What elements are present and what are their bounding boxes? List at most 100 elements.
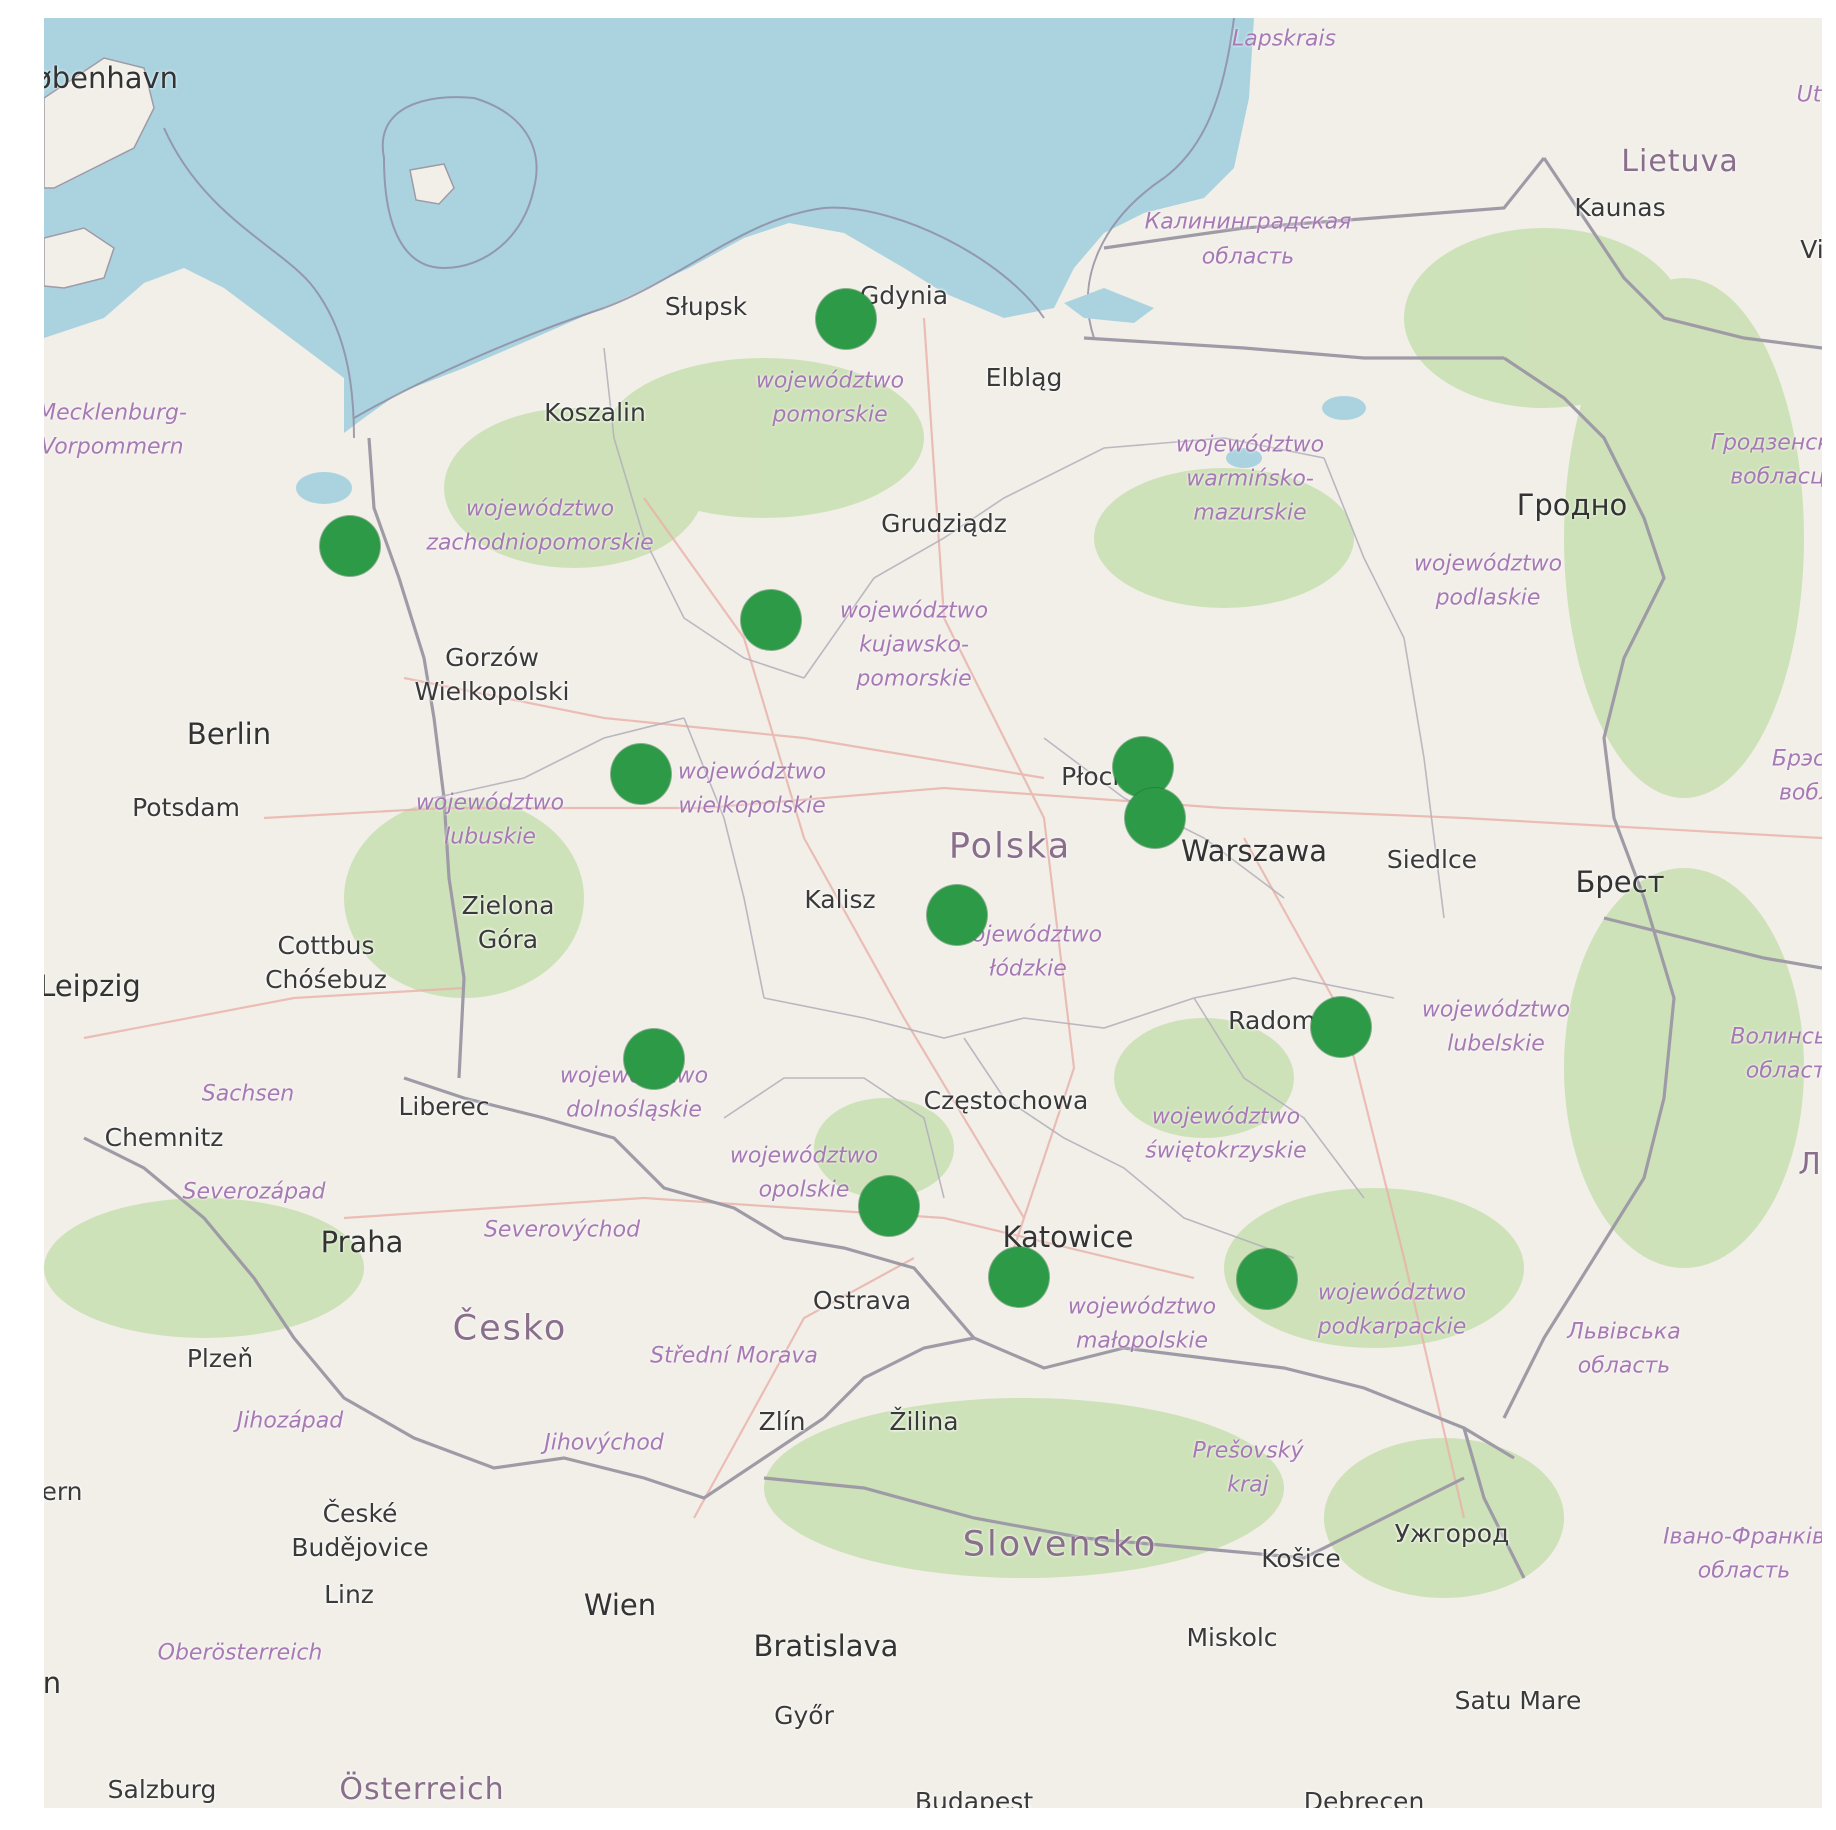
label-presov-2: kraj bbox=[1227, 1472, 1269, 1498]
label-zielona-2: Góra bbox=[477, 925, 539, 954]
map-marker[interactable] bbox=[1311, 996, 1372, 1057]
map-marker[interactable] bbox=[741, 589, 802, 650]
label-kujawsko-3: pomorskie bbox=[856, 666, 972, 692]
label-ern-edge: ern bbox=[44, 1477, 83, 1506]
map-marker[interactable] bbox=[623, 1028, 684, 1089]
label-salzburg: Salzburg bbox=[107, 1775, 217, 1804]
label-potsdam: Potsdam bbox=[132, 793, 240, 822]
label-grodno-obl-2: вобласць bbox=[1730, 464, 1822, 490]
label-malopolskie-1: województwo bbox=[1067, 1294, 1217, 1320]
label-ivano-1: Івано-Франків bbox=[1663, 1524, 1822, 1550]
label-wielkopolskie-2: wielkopolskie bbox=[678, 793, 826, 819]
map-marker[interactable] bbox=[320, 515, 381, 576]
label-pomorskie-1: województwo bbox=[755, 368, 905, 394]
label-lubelskie-2: lubelskie bbox=[1447, 1031, 1545, 1057]
map-marker[interactable] bbox=[1125, 787, 1186, 848]
label-pomorskie-2: pomorskie bbox=[772, 402, 888, 428]
label-kujawsko-1: województwo bbox=[839, 598, 989, 624]
label-grodno: Гродно bbox=[1516, 487, 1628, 522]
label-zilina: Žilina bbox=[889, 1407, 959, 1436]
label-cesko: Česko bbox=[452, 1308, 568, 1349]
label-czestochowa: Częstochowa bbox=[923, 1086, 1089, 1115]
label-lietuva: Lietuva bbox=[1621, 144, 1739, 180]
label-ivano-2: область bbox=[1697, 1558, 1791, 1584]
map-marker[interactable] bbox=[1236, 1249, 1297, 1310]
label-warminsko-1: województwo bbox=[1175, 432, 1325, 458]
label-jihozapad: Jihozápad bbox=[236, 1408, 344, 1434]
label-gorzow-1: Gorzów bbox=[445, 643, 539, 672]
label-warminsko-3: mazurskie bbox=[1193, 500, 1307, 526]
map-marker[interactable] bbox=[611, 743, 672, 804]
label-debrecen: Debrecen bbox=[1303, 1787, 1425, 1809]
label-ut-edge: Ut bbox=[1796, 82, 1822, 108]
label-kalisz: Kalisz bbox=[804, 885, 876, 914]
label-kobenhavn: øbenhavn bbox=[44, 60, 179, 95]
label-elblag: Elbląg bbox=[985, 363, 1063, 392]
label-slupsk: Słupsk bbox=[664, 292, 748, 321]
label-volyn-1: Волинська bbox=[1730, 1024, 1822, 1050]
label-presov-1: Prešovský bbox=[1192, 1438, 1304, 1464]
label-n-edge: n bbox=[44, 1665, 62, 1700]
label-lviv-2: область bbox=[1577, 1353, 1671, 1379]
label-gorzow-2: Wielkopolski bbox=[414, 677, 570, 706]
label-severovychod: Severovýchod bbox=[483, 1217, 641, 1243]
label-jihovychod: Jihovýchod bbox=[544, 1430, 664, 1456]
label-linz: Linz bbox=[324, 1580, 374, 1609]
label-plzen: Plzeň bbox=[186, 1344, 254, 1373]
label-opolskie-1: województwo bbox=[729, 1143, 879, 1169]
label-stredni-morava: Střední Morava bbox=[650, 1343, 818, 1369]
label-dolnoslaskie-2: dolnośląskie bbox=[566, 1097, 702, 1123]
label-radom: Radom bbox=[1228, 1006, 1316, 1035]
label-l-edge: Л bbox=[1798, 1147, 1822, 1183]
label-praha: Praha bbox=[320, 1224, 404, 1259]
label-wielkopolskie-1: województwo bbox=[677, 759, 827, 785]
label-uzhgorod: Ужгород bbox=[1394, 1519, 1510, 1548]
label-mecklenburg-2: Vorpommern bbox=[44, 434, 184, 460]
label-budapest: Budapest bbox=[914, 1787, 1034, 1809]
label-kaliningrad-1: Калининградская bbox=[1144, 209, 1352, 235]
label-liberec: Liberec bbox=[398, 1092, 490, 1121]
map-marker[interactable] bbox=[927, 885, 988, 946]
label-chemnitz: Chemnitz bbox=[104, 1123, 224, 1152]
label-kaunas: Kaunas bbox=[1574, 193, 1666, 222]
label-brest: Брест bbox=[1575, 864, 1665, 899]
label-grudziadz: Grudziądz bbox=[881, 509, 1007, 538]
label-zachodniopomorskie-2: zachodniopomorskie bbox=[426, 530, 654, 556]
label-podkarpackie-2: podkarpackie bbox=[1317, 1314, 1467, 1340]
label-brest-obl-1: Брэсц bbox=[1771, 746, 1822, 772]
label-volyn-2: область bbox=[1745, 1058, 1822, 1084]
label-podkarpackie-1: województwo bbox=[1317, 1280, 1467, 1306]
label-zachodniopomorskie-1: województwo bbox=[465, 496, 615, 522]
label-zielona-1: Zielona bbox=[461, 891, 555, 920]
label-siedlce: Siedlce bbox=[1386, 845, 1478, 874]
label-slovensko: Slovensko bbox=[962, 1524, 1158, 1565]
map-view[interactable]: øbenhavn Lapskrais Ut Lietuva Kaunas Vi … bbox=[44, 18, 1822, 1808]
label-ostrava: Ostrava bbox=[812, 1286, 912, 1315]
label-podlaskie-2: podlaskie bbox=[1435, 585, 1541, 611]
label-zlin: Zlín bbox=[758, 1407, 806, 1436]
label-satu-mare: Satu Mare bbox=[1454, 1686, 1582, 1715]
map-marker[interactable] bbox=[815, 288, 876, 349]
label-podlaskie-1: województwo bbox=[1413, 551, 1563, 577]
label-miskolc: Miskolc bbox=[1186, 1623, 1278, 1652]
label-grodno-obl-1: Гродзенская bbox=[1710, 430, 1822, 456]
label-swietokrzyskie-2: świętokrzyskie bbox=[1145, 1138, 1307, 1164]
label-koszalin: Koszalin bbox=[544, 398, 646, 427]
label-cottbus-1: Cottbus bbox=[277, 931, 375, 960]
label-oberosterreich: Oberösterreich bbox=[157, 1640, 323, 1666]
label-gyor: Győr bbox=[774, 1701, 834, 1730]
label-cottbus-2: Chóśebuz bbox=[265, 965, 387, 994]
label-polska: Polska bbox=[948, 826, 1072, 867]
label-warminsko-2: warmińsko- bbox=[1186, 466, 1314, 492]
map-marker[interactable] bbox=[859, 1176, 919, 1237]
label-wien: Wien bbox=[583, 1587, 657, 1622]
label-malopolskie-2: małopolskie bbox=[1075, 1328, 1209, 1354]
label-bratislava: Bratislava bbox=[753, 1628, 899, 1663]
label-lapskrais: Lapskrais bbox=[1231, 26, 1337, 52]
label-kosice: Košice bbox=[1261, 1544, 1341, 1573]
label-severozapad: Severozápad bbox=[182, 1179, 326, 1205]
label-warszawa: Warszawa bbox=[1180, 833, 1328, 868]
label-lviv-1: Львівська bbox=[1567, 1319, 1681, 1345]
label-kujawsko-2: kujawsko- bbox=[859, 632, 969, 658]
label-lubuskie-2: lubuskie bbox=[444, 824, 536, 850]
